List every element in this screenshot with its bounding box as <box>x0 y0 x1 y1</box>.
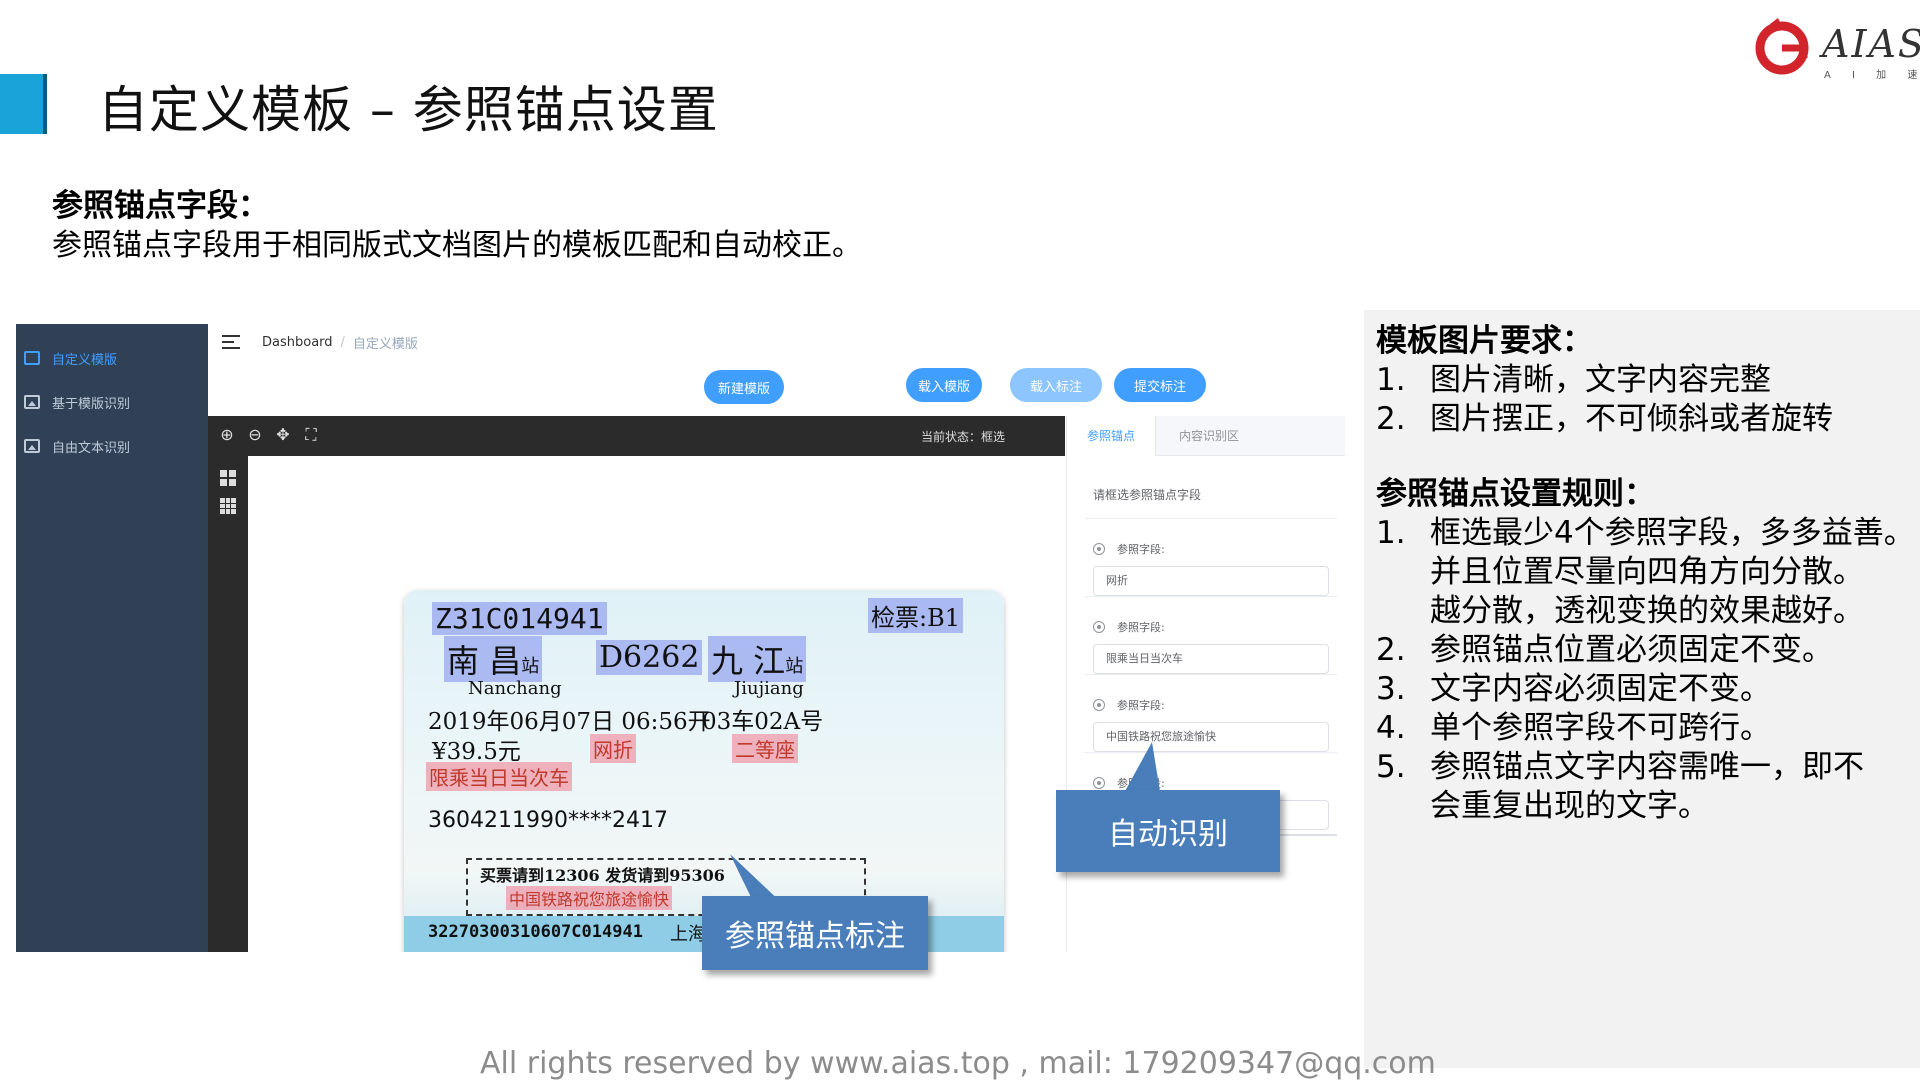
sidebar-item-custom-template[interactable]: 自定义模版 <box>16 342 208 374</box>
image-canvas[interactable]: Z31C014941 检票:B1 南 昌站 D6262 九 江站 Nanchan… <box>248 456 1065 952</box>
tab-content-region[interactable]: 内容识别区 <box>1159 416 1259 456</box>
ticket-seat-class: 二等座 <box>732 734 798 763</box>
list-item: 5. 参照锚点文字内容需唯一，即不 会重复出现的文字。 <box>1376 749 1864 824</box>
status-value: 框选 <box>980 430 1005 444</box>
breadcrumb-home[interactable]: Dashboard <box>262 335 333 350</box>
callout-anchor-annotation: 参照锚点标注 <box>702 896 928 970</box>
ticket-from-station: 南 昌站 <box>444 636 543 682</box>
ticket-barcode-text: 32270300310607C014941 <box>428 922 643 942</box>
list-item: 4. 单个参照字段不可跨行。 <box>1376 710 1771 746</box>
remove-circle-icon[interactable] <box>1093 699 1105 711</box>
form-title: 请框选参照锚点字段 <box>1093 488 1202 502</box>
move-icon[interactable]: ✥ <box>274 426 292 444</box>
sidebar-item-template-recognition[interactable]: 基于模版识别 <box>16 386 208 418</box>
ticket-seat: 03车02A号 <box>702 709 824 735</box>
zoom-in-icon[interactable]: ⊕ <box>218 426 236 444</box>
remove-circle-icon[interactable] <box>1093 621 1105 633</box>
ticket-check: 检票:B1 <box>868 598 963 633</box>
ticket-from-pinyin: Nanchang <box>468 678 562 699</box>
rules-list: 1. 框选最少4个参照字段，多多益善。 并且位置尽量向四角方向分散。 越分散，透视… <box>1376 514 1920 826</box>
anchor-field-input[interactable]: 网折 <box>1093 566 1329 596</box>
field-label: 参照字段: <box>1117 621 1165 634</box>
zoom-out-icon[interactable]: ⊖ <box>246 426 264 444</box>
image-icon <box>24 439 40 453</box>
annotation-editor: ⊕ ⊖ ✥ ⛶ 当前状态：框选 Z31C014941 检票:B1 南 昌站 D6… <box>208 416 1065 952</box>
footer-copyright: All rights reserved by www.aias.top , ma… <box>480 1046 1436 1080</box>
ticket-to-station: 九 江站 <box>708 636 807 682</box>
status-text: 当前状态：框选 <box>920 430 1005 444</box>
requirements-heading: 模板图片要求： <box>1376 323 1593 359</box>
image-icon <box>24 395 40 409</box>
new-template-button[interactable]: 新建模版 <box>704 370 784 404</box>
aias-logo: AIAS A I 加 速 器 <box>1752 16 1920 86</box>
grid-large-icon[interactable] <box>220 498 236 514</box>
sidebar-item-label: 自由文本识别 <box>52 440 131 456</box>
editor-toolbar: ⊕ ⊖ ✥ ⛶ 当前状态：框选 <box>208 416 1065 456</box>
ticket-train-number: D6262 <box>596 640 703 675</box>
ticket-to-pinyin: Jiujiang <box>734 678 804 699</box>
list-item: 2. 图片摆正，不可倾斜或者旋转 <box>1376 401 1833 437</box>
ticket-datetime: 2019年06月07日 06:56开 <box>428 709 711 735</box>
divider <box>1085 518 1337 519</box>
rules-heading: 参照锚点设置规则： <box>1376 476 1655 512</box>
field-label: 参照字段: <box>1117 543 1165 556</box>
load-annotation-button[interactable]: 载入标注 <box>1010 368 1102 402</box>
navbar: Dashboard / 自定义模版 <box>208 324 1344 360</box>
template-icon <box>24 351 40 365</box>
requirements-list: 1. 图片清晰，文字内容完整 2. 图片摆正，不可倾斜或者旋转 <box>1376 361 1920 439</box>
breadcrumb-separator: / <box>340 334 345 350</box>
callout-auto-recognition: 自动识别 <box>1056 790 1280 872</box>
fullscreen-icon[interactable]: ⛶ <box>302 426 320 444</box>
sidebar-item-free-text[interactable]: 自由文本识别 <box>16 430 208 462</box>
tab-anchor[interactable]: 参照锚点 <box>1067 416 1157 456</box>
sidebar-item-label: 基于模版识别 <box>52 396 131 412</box>
load-template-button[interactable]: 载入模版 <box>906 368 982 402</box>
list-item: 2. 参照锚点位置必须固定不变。 <box>1376 632 1833 668</box>
info-panel: 模板图片要求： 1. 图片清晰，文字内容完整 2. 图片摆正，不可倾斜或者旋转 参照… <box>1364 310 1920 1068</box>
list-item: 1. 图片清晰，文字内容完整 <box>1376 362 1771 398</box>
list-item: 1. 框选最少4个参照字段，多多益善。 并且位置尽量向四角方向分散。 越分散，透视… <box>1376 515 1915 629</box>
ticket-price: ¥39.5元 <box>432 739 521 765</box>
hamburger-menu-icon[interactable] <box>222 335 240 349</box>
field-label: 参照字段: <box>1117 699 1165 712</box>
intro-heading: 参照锚点字段： <box>52 188 269 224</box>
ticket-serial: Z31C014941 <box>432 602 607 635</box>
list-item: 3. 文字内容必须固定不变。 <box>1376 671 1771 707</box>
intro-body: 参照锚点字段用于相同版式文档图片的模板匹配和自动校正。 <box>52 228 862 263</box>
title-accent-bar <box>0 74 47 134</box>
submit-annotation-button[interactable]: 提交标注 <box>1114 368 1206 402</box>
ticket-notice: 买票请到12306 发货请到95306 <box>480 866 725 885</box>
anchor-field-1: 参照字段: 网折 <box>1093 540 1333 596</box>
remove-circle-icon[interactable] <box>1093 543 1105 555</box>
logo-wordmark: AIAS <box>1822 22 1920 66</box>
ticket-limit: 限乘当日当次车 <box>426 762 572 791</box>
dragon-logo-icon <box>1755 18 1809 75</box>
ticket-slogan: 中国铁路祝您旅途愉快 <box>506 886 673 910</box>
editor-side-strip <box>208 456 248 952</box>
divider <box>1085 596 1337 597</box>
anchor-field-input[interactable]: 限乘当日当次车 <box>1093 644 1329 674</box>
anchor-field-2: 参照字段: 限乘当日当次车 <box>1093 618 1333 674</box>
breadcrumb-current: 自定义模版 <box>352 336 418 352</box>
grid-small-icon[interactable] <box>220 470 236 486</box>
divider <box>1085 674 1337 675</box>
panel-tabs: 参照锚点 内容识别区 <box>1067 416 1345 456</box>
slide: 自定义模板 – 参照锚点设置 AIAS A I 加 速 器 参照锚点字段： 参照… <box>0 0 1920 1080</box>
logo-subtitle: A I 加 速 器 <box>1824 70 1920 81</box>
slide-title: 自定义模板 – 参照锚点设置 <box>98 81 719 139</box>
app-screenshot: 自定义模版 基于模版识别 自由文本识别 Dashboard / 自定义模版 新建… <box>16 324 1345 970</box>
sidebar: 自定义模版 基于模版识别 自由文本识别 <box>16 324 208 952</box>
ticket-discount: 网折 <box>590 734 636 763</box>
sidebar-item-label: 自定义模版 <box>52 352 118 368</box>
ticket-id-number: 3604211990****2417 <box>428 808 668 833</box>
